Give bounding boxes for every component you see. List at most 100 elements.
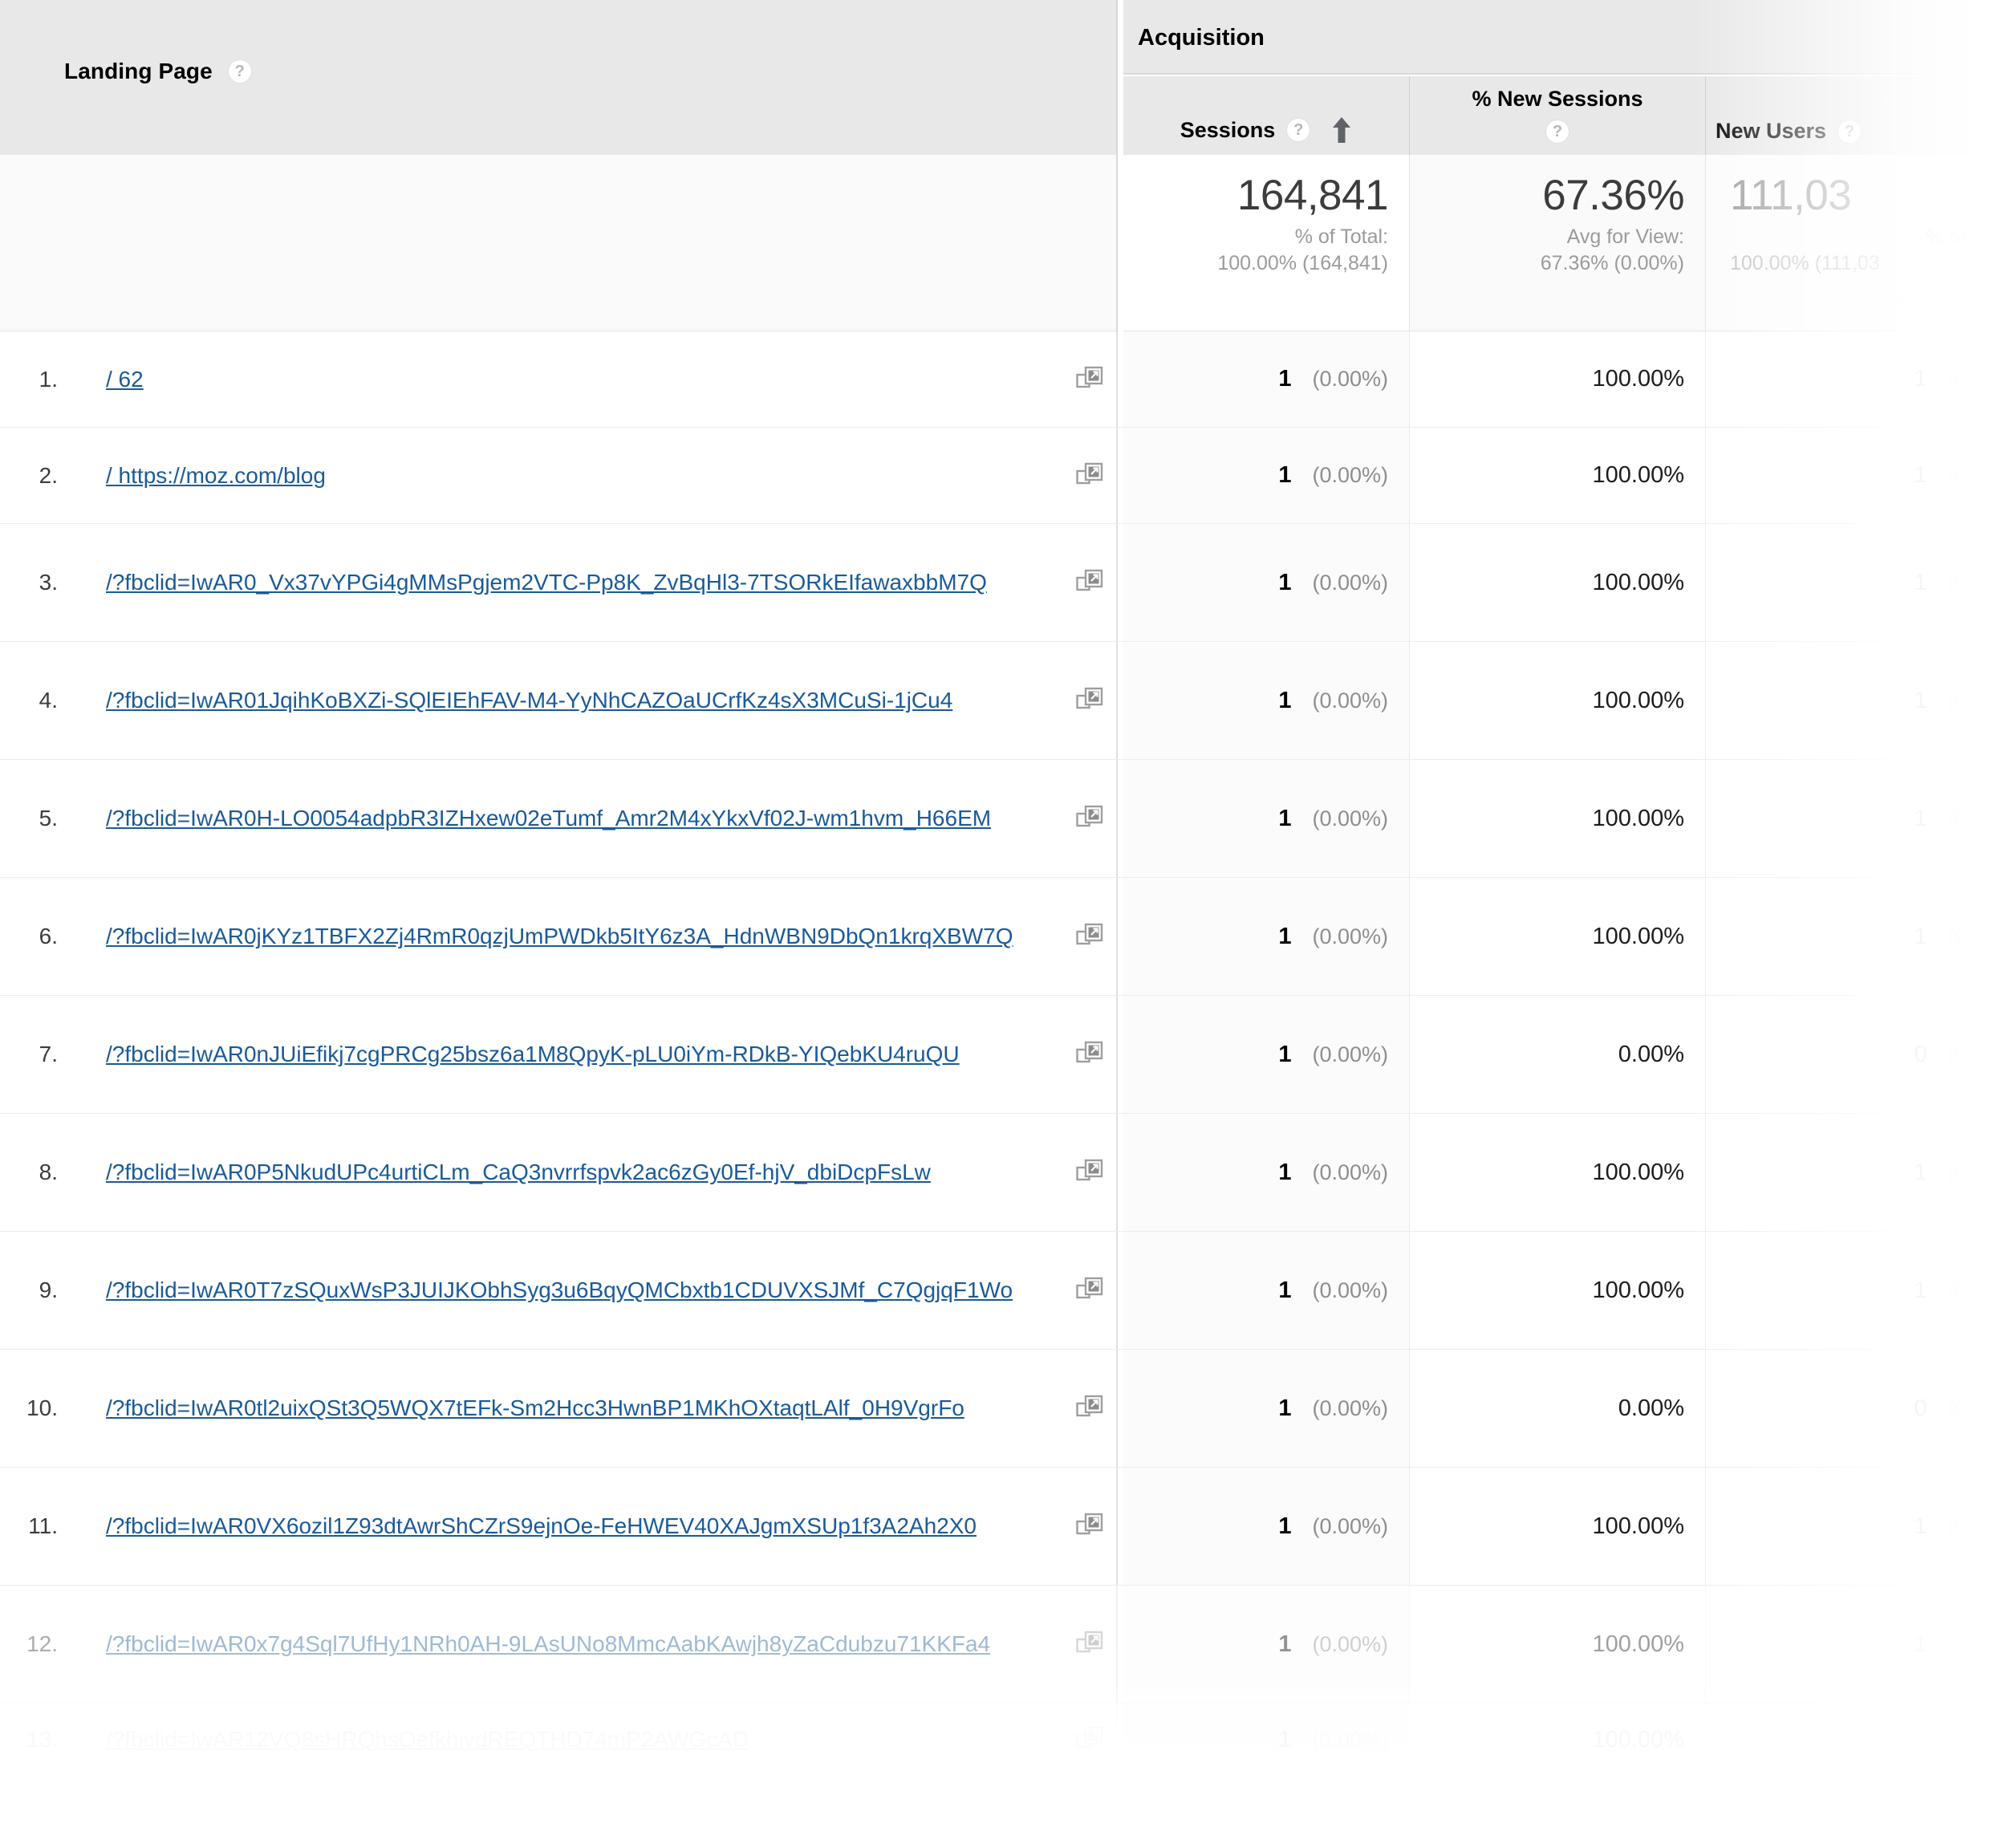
row-rank: 8.: [39, 1160, 58, 1184]
external-link-icon[interactable]: [1063, 1159, 1116, 1186]
landing-page-link[interactable]: /?fbclid=IwAR0tl2uixQSt3Q5WQX7tEFk-Sm2Hc…: [71, 1393, 1063, 1423]
cell-new-users-percent: (0.0: [1947, 924, 1985, 948]
page-title: Landing Page: [64, 59, 213, 83]
table-row[interactable]: 4. /?fbclid=IwAR01JqihKoBXZi-SQlEIEhFAV-M…: [0, 642, 2006, 760]
column-header-new-sessions[interactable]: % New Sessions ?: [1410, 76, 1706, 155]
landing-page-link[interactable]: /?fbclid=IwAR0nJUiEfikj7cgPRCg25bsz6a1M8…: [71, 1039, 1063, 1069]
table-row[interactable]: 9. /?fbclid=IwAR0T7zSQuxWsP3JUIJKObhSyg3u…: [0, 1232, 2006, 1350]
row-rank: 6.: [39, 924, 58, 948]
external-link-icon[interactable]: [1063, 1041, 1116, 1068]
external-link-icon[interactable]: [1063, 1726, 1116, 1753]
table-row[interactable]: 6. /?fbclid=IwAR0jKYz1TBFX2Zj4RmR0qzjUmPW…: [0, 878, 2006, 996]
cell-sessions-percent: (0.00%): [1312, 367, 1388, 391]
external-link-icon[interactable]: [1063, 687, 1116, 714]
table-row[interactable]: 5. /?fbclid=IwAR0H-LO0054adpbR3IZHxew02eT…: [0, 760, 2006, 878]
row-rank: 4.: [39, 688, 58, 713]
summary-new-sessions-sublabel: Avg for View:: [1566, 225, 1684, 249]
landing-page-link[interactable]: /?fbclid=IwAR0VX6ozil1Z93dtAwrShCZrS9ejn…: [71, 1511, 1063, 1541]
landing-page-link[interactable]: /?fbclid=IwAR01JqihKoBXZi-SQlEIEhFAV-M4-…: [71, 685, 1063, 715]
cell-sessions: 1 (0.00%): [1123, 996, 1410, 1113]
external-link-icon[interactable]: [1063, 1513, 1116, 1540]
cell-sessions-value: 1: [1278, 923, 1292, 949]
landing-page-link[interactable]: / https://moz.com/blog: [71, 461, 1063, 490]
table-row[interactable]: 10. /?fbclid=IwAR0tl2uixQSt3Q5WQX7tEFk-Sm…: [0, 1350, 2006, 1468]
cell-new-users: 1 (0.0: [1706, 1704, 2006, 1776]
row-rank: 12.: [26, 1631, 58, 1656]
column-header-sessions[interactable]: Sessions ?: [1123, 76, 1410, 155]
cell-new-users-value: 1: [1914, 366, 1927, 392]
help-question-icon[interactable]: ?: [1837, 119, 1862, 144]
external-link-icon[interactable]: [1063, 1277, 1116, 1304]
cell-sessions-percent: (0.00%): [1312, 1631, 1388, 1656]
column-header-new-users[interactable]: New Users ?: [1706, 76, 2006, 155]
cell-new-sessions: 100.00%: [1410, 1468, 1706, 1585]
table-row[interactable]: 1. / 62 1 (0.00%) 100.00% 1 (0.0: [0, 331, 2006, 428]
external-link-icon[interactable]: [1063, 1631, 1116, 1658]
cell-new-users: 0 (0.0: [1706, 996, 2006, 1113]
help-question-icon[interactable]: ?: [1545, 120, 1569, 144]
external-link-icon[interactable]: [1063, 1395, 1116, 1422]
landing-page-link[interactable]: /?fbclid=IwAR0P5NkudUPc4urtiCLm_CaQ3nvrr…: [71, 1157, 1063, 1187]
cell-sessions-value: 1: [1278, 1041, 1292, 1067]
summary-row: 164,841 % of Total: 100.00% (164,841) 67…: [0, 155, 2006, 331]
cell-new-sessions: 100.00%: [1410, 331, 1706, 427]
row-metrics: 1 (0.00%) 100.00% 1 (0.0: [1123, 1114, 2006, 1231]
row-dimension-cell: 9. /?fbclid=IwAR0T7zSQuxWsP3JUIJKObhSyg3u…: [0, 1232, 1118, 1349]
help-question-icon[interactable]: ?: [227, 59, 252, 83]
table-row[interactable]: 12. /?fbclid=IwAR0x7g4Sql7UfHy1NRh0AH-9LA…: [0, 1586, 2006, 1704]
row-metrics: 1 (0.00%) 0.00% 0 (0.0: [1123, 1350, 2006, 1467]
cell-new-users-percent: (0.0: [1947, 1277, 1985, 1302]
cell-new-users: 1 (0.0: [1706, 1114, 2006, 1231]
cell-new-users-percent: (0.0: [1947, 806, 1985, 831]
cell-new-sessions-value: 100.00%: [1592, 923, 1685, 949]
landing-page-link[interactable]: / 62: [71, 364, 1063, 394]
table-row[interactable]: 8. /?fbclid=IwAR0P5NkudUPc4urtiCLm_CaQ3nv…: [0, 1114, 2006, 1232]
cell-new-users-percent: (0.0: [1947, 1727, 1985, 1752]
table-row[interactable]: 7. /?fbclid=IwAR0nJUiEfikj7cgPRCg25bsz6a1…: [0, 996, 2006, 1114]
cell-sessions: 1 (0.00%): [1123, 428, 1410, 523]
external-link-icon[interactable]: [1063, 805, 1116, 832]
summary-sessions-subvalue: 100.00% (164,841): [1217, 252, 1388, 275]
cell-new-sessions-value: 100.00%: [1592, 569, 1685, 595]
table-body: 1./ 62 1 (0.00%) 100.00% 1 (0.0 2. / https://mo…: [0, 331, 2006, 1848]
row-rank: 3.: [39, 570, 58, 595]
cell-new-sessions: 100.00%: [1410, 1586, 1706, 1703]
cell-sessions-value: 1: [1278, 366, 1292, 392]
cell-new-users: 1 (0.0: [1706, 524, 2006, 641]
table-row[interactable]: 2. / https://moz.com/blog 1 (0.00%) 100.00% 1…: [0, 428, 2006, 524]
cell-new-users-percent: (0.0: [1947, 1631, 1985, 1656]
external-link-icon[interactable]: [1063, 462, 1116, 489]
summary-new-sessions-subvalue: 67.36% (0.00%): [1540, 252, 1684, 275]
landing-page-link[interactable]: /?fbclid=IwAR0H-LO0054adpbR3IZHxew02eTum…: [71, 803, 1063, 833]
column-header-new-sessions-label: % New Sessions: [1472, 87, 1643, 111]
row-rank: 5.: [39, 806, 58, 831]
cell-new-sessions-value: 100.00%: [1592, 1277, 1685, 1303]
cell-new-sessions-value: 100.00%: [1592, 1159, 1685, 1185]
cell-new-sessions: 100.00%: [1410, 1704, 1706, 1776]
row-metrics: 1 (0.00%) 100.00% 1 (0.0: [1123, 760, 2006, 877]
cell-new-sessions-value: 100.00%: [1592, 366, 1685, 392]
cell-new-users-percent: (0.0: [1947, 570, 1985, 595]
table-row[interactable]: 11. /?fbclid=IwAR0VX6ozil1Z93dtAwrShCZrS9…: [0, 1468, 2006, 1586]
landing-page-link[interactable]: /?fbclid=IwAR12VQ8sHRQhsOefkhivdREQTHD74…: [71, 1724, 1063, 1754]
cell-new-users-value: 1: [1914, 1513, 1927, 1539]
external-link-icon[interactable]: [1063, 366, 1116, 393]
landing-page-link[interactable]: /?fbclid=IwAR0_Vx37vYPGi4gMMsPgjem2VTC-P…: [71, 567, 1063, 597]
cell-sessions: 1 (0.00%): [1123, 1704, 1410, 1776]
cell-sessions: 1 (0.00%): [1123, 1350, 1410, 1467]
cell-new-users-value: 1: [1914, 923, 1927, 949]
external-link-icon[interactable]: [1063, 569, 1116, 596]
cell-sessions-percent: (0.00%): [1312, 570, 1388, 595]
cell-sessions-percent: (0.00%): [1312, 1513, 1388, 1538]
dimension-column-header[interactable]: Landing Page ?: [0, 0, 1118, 155]
landing-page-link[interactable]: /?fbclid=IwAR0x7g4Sql7UfHy1NRh0AH-9LAsUN…: [71, 1629, 1063, 1659]
cell-new-users: 1 (0.0: [1706, 760, 2006, 877]
sort-ascending-arrow-icon[interactable]: [1331, 116, 1352, 144]
landing-page-link[interactable]: /?fbclid=IwAR0jKYz1TBFX2Zj4RmR0qzjUmPWDk…: [71, 921, 1063, 951]
table-row[interactable]: 3. /?fbclid=IwAR0_Vx37vYPGi4gMMsPgjem2VTC…: [0, 524, 2006, 642]
cell-new-sessions-value: 0.00%: [1618, 1041, 1684, 1067]
table-row[interactable]: 13. /?fbclid=IwAR12VQ8sHRQhsOefkhivdREQTH…: [0, 1704, 2006, 1776]
landing-page-link[interactable]: /?fbclid=IwAR0T7zSQuxWsP3JUIJKObhSyg3u6B…: [71, 1275, 1063, 1305]
external-link-icon[interactable]: [1063, 923, 1116, 950]
help-question-icon[interactable]: ?: [1286, 118, 1311, 142]
